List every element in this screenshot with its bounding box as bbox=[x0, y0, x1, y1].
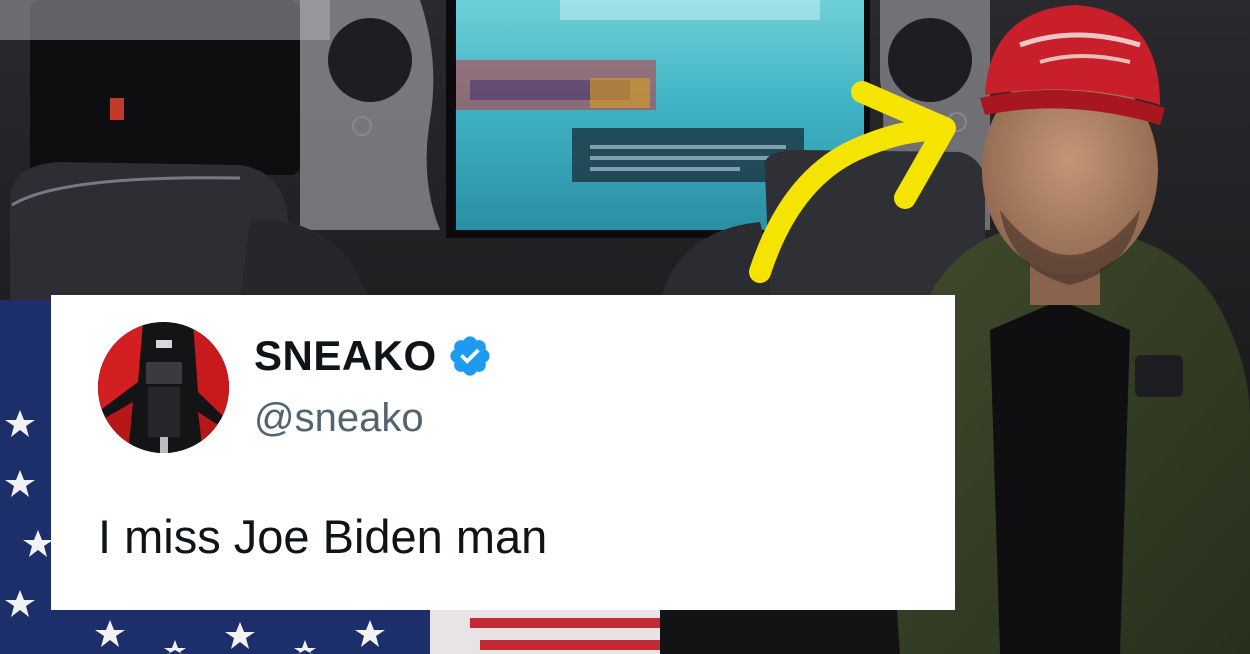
display-name[interactable]: SNEAKO bbox=[254, 335, 437, 377]
tweet-card: SNEAKO @sneako I miss Joe Biden man bbox=[51, 295, 955, 610]
avatar-image bbox=[98, 322, 229, 453]
avatar[interactable] bbox=[98, 322, 229, 453]
handle[interactable]: @sneako bbox=[254, 398, 424, 438]
display-name-row: SNEAKO bbox=[254, 331, 493, 381]
verified-badge-icon bbox=[447, 333, 493, 379]
image-stage: SNEAKO @sneako I miss Joe Biden man bbox=[0, 0, 1250, 654]
tweet-text: I miss Joe Biden man bbox=[98, 510, 548, 563]
